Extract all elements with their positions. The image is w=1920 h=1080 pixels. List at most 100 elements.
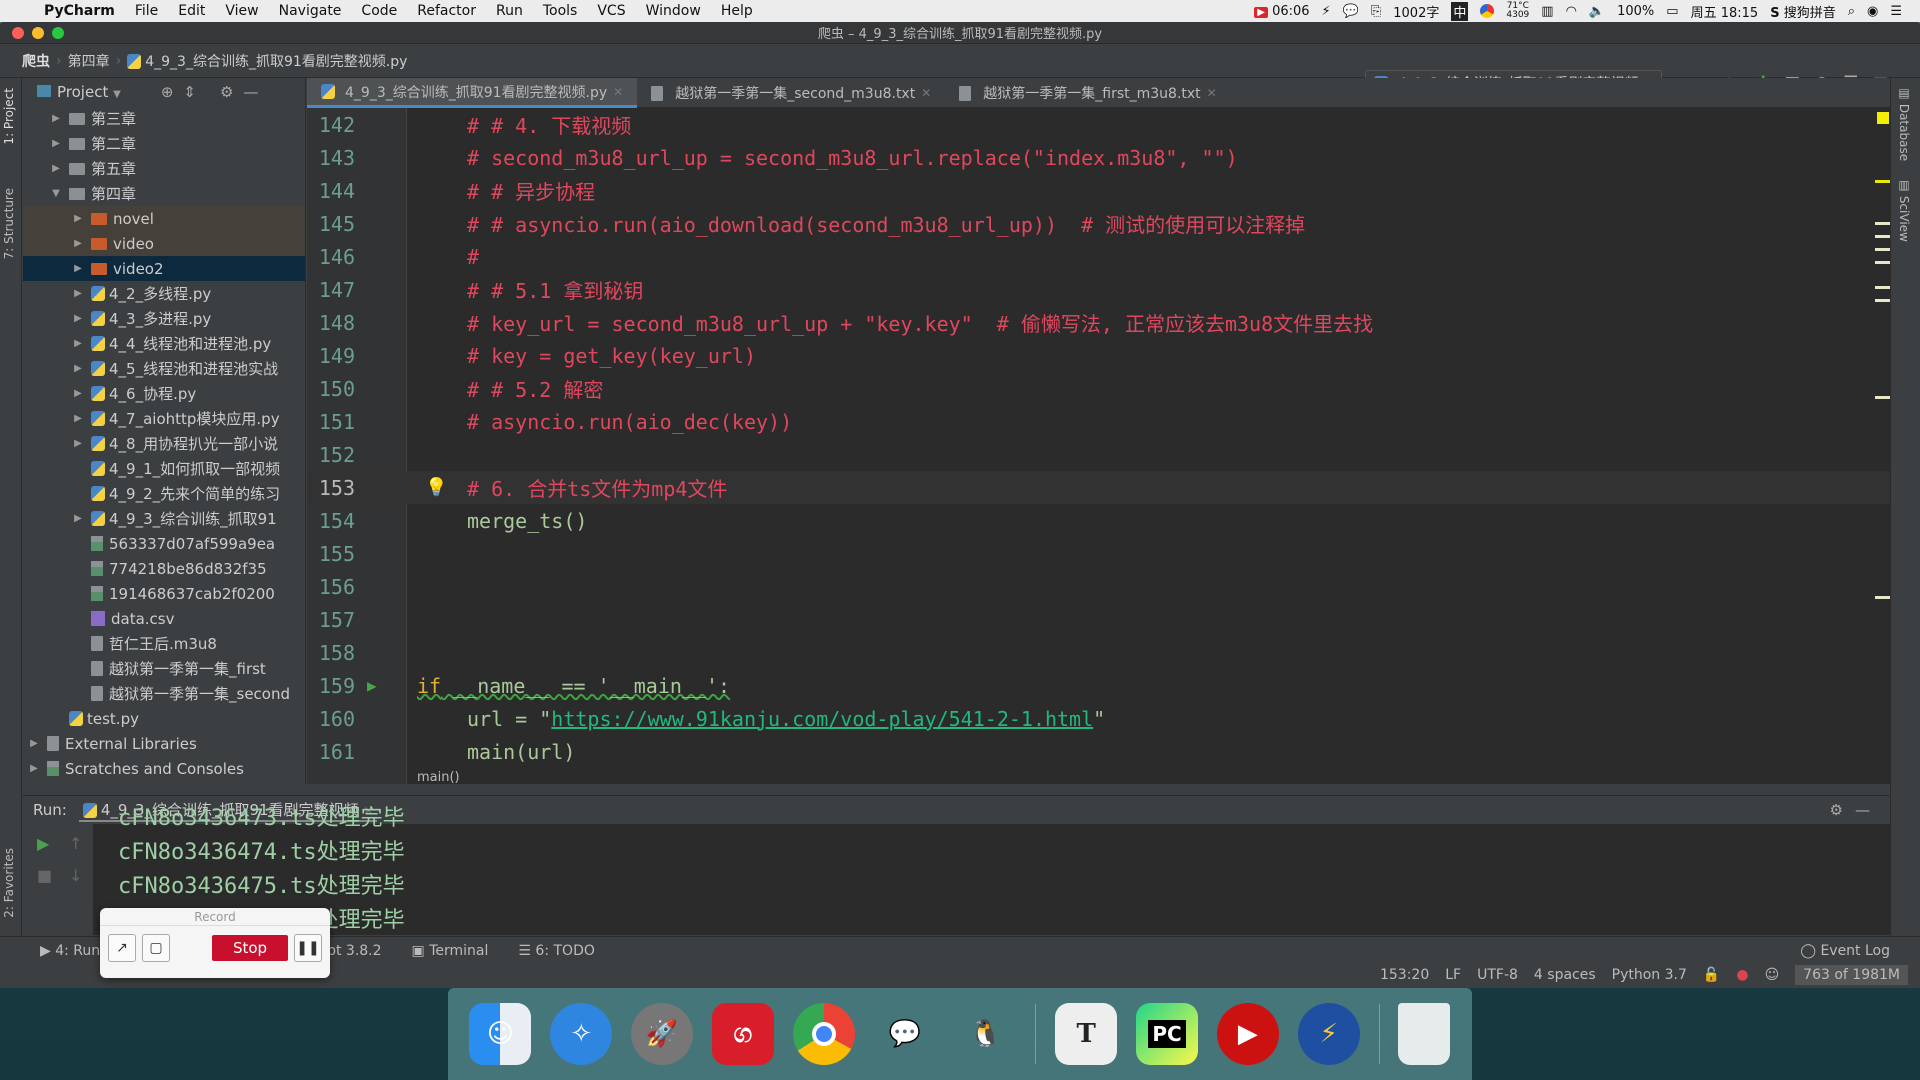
tree-item[interactable]: ▶ 4_9_3_综合训练_抓取91 [23, 506, 305, 531]
favorites-tool-button[interactable]: 2: Favorites [2, 848, 16, 918]
terminal-tab[interactable]: ▣ Terminal [412, 943, 489, 959]
code-line[interactable]: 154 merge_ts() [307, 504, 1890, 537]
expand-arrow-icon[interactable]: ▶ [27, 738, 41, 749]
marker[interactable] [1875, 261, 1891, 264]
code-line[interactable]: 161 main(url) [307, 735, 1890, 768]
lightbulb-icon[interactable]: 💡 [425, 477, 447, 498]
code-line[interactable]: 144 # # 异步协程 [307, 174, 1890, 207]
spotlight-icon[interactable]: ⌕ [1848, 4, 1855, 19]
editor-tab[interactable]: 4_9_3_综合训练_抓取91看剧完整视频.py ✕ [307, 78, 638, 108]
expand-arrow-icon[interactable]: ▶ [71, 238, 85, 249]
tree-item[interactable]: ▶ 第二章 [23, 131, 305, 156]
structure-tool-button[interactable]: 7: Structure [2, 188, 16, 259]
breadcrumb-file[interactable]: 4_9_3_综合训练_抓取91看剧完整视频.py [121, 51, 413, 71]
wechat-icon[interactable]: 💬 [874, 1003, 936, 1065]
code-line[interactable]: 152 [307, 438, 1890, 471]
tree-item[interactable]: 越狱第一季第一集_second [23, 681, 305, 706]
thunder-icon[interactable]: ⚡ [1297, 1003, 1360, 1065]
arrow-tool-button[interactable]: ↗ [108, 934, 136, 962]
clock[interactable]: 周五 18:15 [1691, 2, 1759, 21]
error-stripe[interactable] [1875, 108, 1891, 784]
marker[interactable] [1875, 235, 1891, 238]
trash-icon[interactable] [1398, 1003, 1451, 1065]
scroll-down-icon[interactable]: ↓ [69, 866, 82, 885]
tree-item[interactable]: ▶ 第三章 [23, 106, 305, 131]
database-tool-button[interactable]: ▤ Database [1897, 86, 1911, 161]
run-tool-tab[interactable]: ▶ 4: Run [40, 943, 100, 959]
tree-item[interactable]: ▶ 4_8_用协程扒光一部小说 [23, 431, 305, 456]
project-tool-button[interactable]: 1: Project [2, 88, 16, 145]
scroll-up-icon[interactable]: ↑ [69, 834, 82, 853]
tree-item[interactable]: 越狱第一季第一集_first [23, 656, 305, 681]
screen-record-indicator[interactable]: ▶ 06:06 [1254, 4, 1310, 19]
lock-icon[interactable]: 🔓 [1703, 967, 1720, 983]
code-line[interactable]: 156 [307, 570, 1890, 603]
wechat-icon[interactable]: 💬 [1343, 4, 1359, 19]
project-view-select[interactable]: Project ▼ [37, 83, 121, 101]
tree-item[interactable]: ▶ 4_2_多线程.py [23, 281, 305, 306]
tree-item[interactable]: test.py [23, 706, 305, 731]
expand-arrow-icon[interactable]: ▶ [49, 138, 63, 149]
expand-arrow-icon[interactable]: ▶ [71, 213, 85, 224]
code-line[interactable]: 157 [307, 603, 1890, 636]
expand-arrow-icon[interactable]: ▶ [71, 413, 85, 424]
menu-edit[interactable]: Edit [168, 3, 215, 19]
notification-center-icon[interactable]: ☰ [1890, 4, 1902, 19]
code-line[interactable]: 148 # key_url = second_m3u8_url_up + "key… [307, 306, 1890, 339]
caret-position[interactable]: 153:20 [1380, 967, 1429, 983]
hide-icon[interactable]: — [243, 83, 258, 101]
clipboard-icon[interactable]: ⎘ [1371, 4, 1381, 19]
tree-item[interactable]: 774218be86d832f35 [23, 556, 305, 581]
tree-item[interactable]: 191468637cab2f0200 [23, 581, 305, 606]
gear-icon[interactable]: ⚙ [1830, 801, 1843, 819]
wifi-icon[interactable]: ◠ [1566, 4, 1577, 19]
typora-icon[interactable]: T [1055, 1003, 1118, 1065]
tree-item[interactable]: ▶ 4_7_aiohttp模块应用.py [23, 406, 305, 431]
code-line[interactable]: 150 # # 5.2 解密 [307, 372, 1890, 405]
code-line[interactable]: 145 # # asyncio.run(aio_download(second_m… [307, 207, 1890, 240]
code-line[interactable]: 143 # second_m3u8_url_up = second_m3u8_ur… [307, 141, 1890, 174]
temp-readout[interactable]: 71°C 4309 [1506, 2, 1529, 20]
expand-arrow-icon[interactable]: ▶ [71, 338, 85, 349]
tree-item[interactable]: ▶ 第五章 [23, 156, 305, 181]
code-line[interactable]: 155 [307, 537, 1890, 570]
tree-item[interactable]: ▶ External Libraries [23, 731, 305, 756]
code-line[interactable]: 146 # [307, 240, 1890, 273]
tree-item[interactable]: 哲仁王后.m3u8 [23, 631, 305, 656]
tree-item[interactable]: 4_9_2_先来个简单的练习 [23, 481, 305, 506]
marker[interactable] [1875, 396, 1891, 399]
stop-recording-button[interactable]: Stop [212, 935, 288, 961]
pycharm-icon[interactable]: PC [1136, 1003, 1199, 1065]
gear-icon[interactable]: ⚙ [220, 83, 233, 101]
tree-item[interactable]: ▶ Scratches and Consoles [23, 756, 305, 781]
menu-vcs[interactable]: VCS [587, 3, 635, 19]
code-line[interactable]: 147 # # 5.1 拿到秘钥 [307, 273, 1890, 306]
expand-arrow-icon[interactable]: ▶ [71, 313, 85, 324]
tree-item[interactable]: 563337d07af599a9ea [23, 531, 305, 556]
tree-item[interactable]: ▶ 4_6_协程.py [23, 381, 305, 406]
expand-arrow-icon[interactable]: ▶ [71, 513, 85, 524]
expand-arrow-icon[interactable]: ▶ [49, 163, 63, 174]
close-tab-icon[interactable]: ✕ [613, 85, 623, 99]
input-lang[interactable]: 中 [1451, 1, 1469, 21]
battery-percent[interactable]: 100% [1617, 4, 1654, 19]
marker[interactable] [1875, 299, 1891, 302]
indent-setting[interactable]: 4 spaces [1534, 967, 1596, 983]
code-line[interactable]: 159 ▶ if __name__ == '__main__': [307, 669, 1890, 702]
menu-code[interactable]: Code [351, 3, 407, 19]
tree-item[interactable]: ▼ 第四章 [23, 181, 305, 206]
video-player-icon[interactable]: ▶ [1216, 1003, 1279, 1065]
marker[interactable] [1875, 248, 1891, 251]
menu-window[interactable]: Window [636, 3, 711, 19]
menu-file[interactable]: File [125, 3, 168, 19]
memory-indicator[interactable]: 763 of 1981M [1795, 965, 1908, 985]
expand-arrow-icon[interactable]: ▶ [27, 763, 41, 774]
color-wheel-icon[interactable] [1480, 4, 1495, 18]
word-count[interactable]: 1002字 [1393, 2, 1439, 21]
expand-arrow-icon[interactable]: ▶ [49, 113, 63, 124]
tree-item[interactable]: ▶ 4_4_线程池和进程池.py [23, 331, 305, 356]
menu-refactor[interactable]: Refactor [407, 3, 486, 19]
menu-navigate[interactable]: Navigate [269, 3, 352, 19]
menu-app-name[interactable]: PyCharm [34, 3, 125, 19]
tree-item[interactable]: ▶ 4_3_多进程.py [23, 306, 305, 331]
